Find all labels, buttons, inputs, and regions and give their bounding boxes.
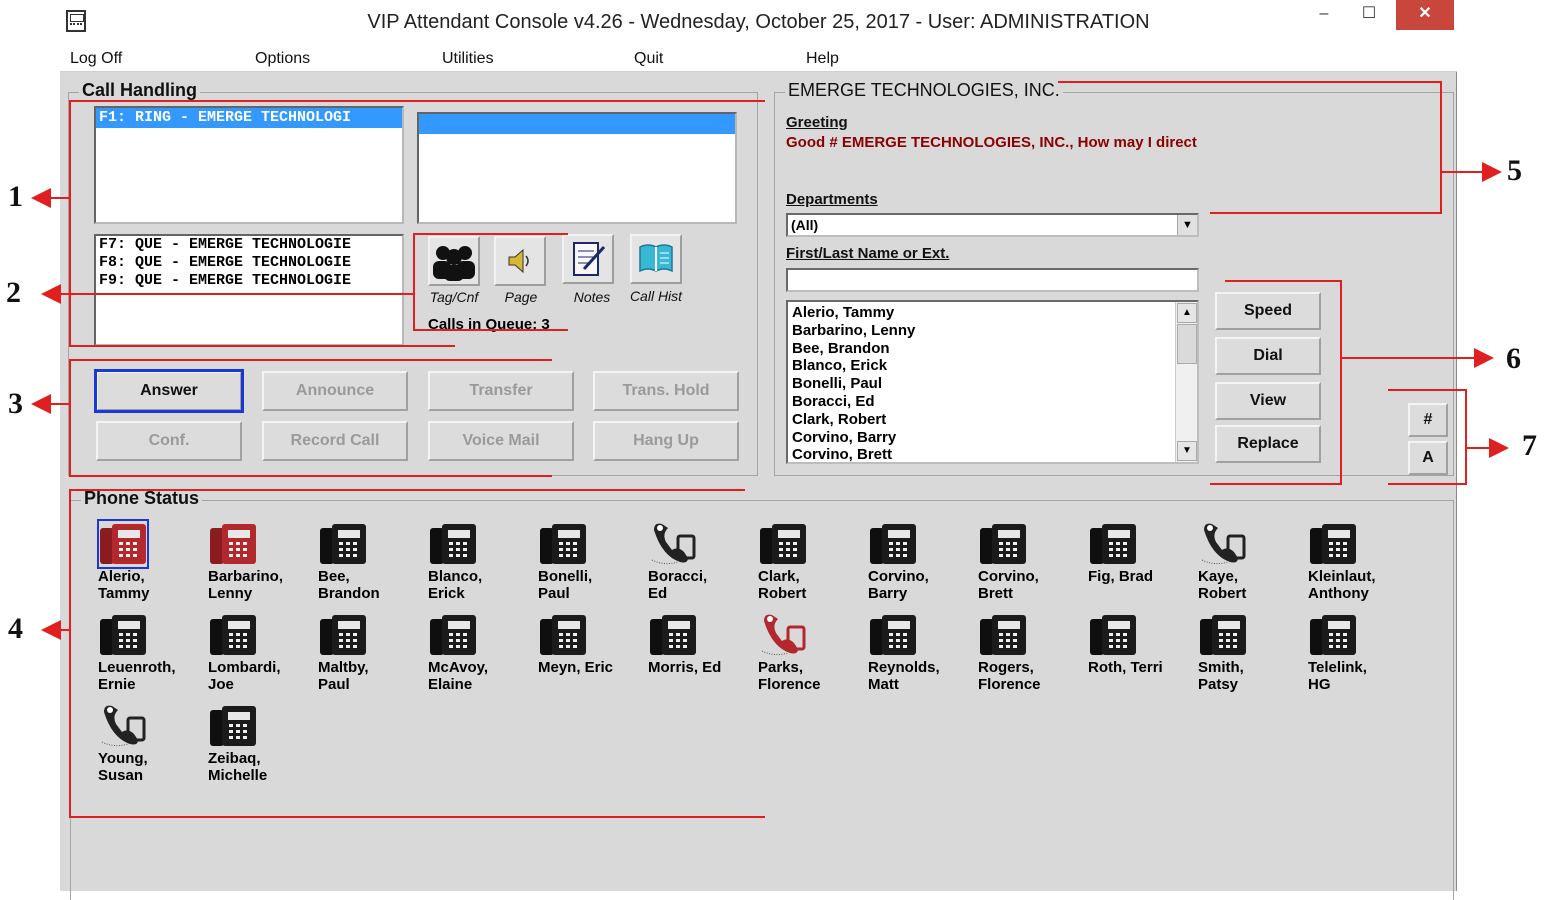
annotation-box-5 bbox=[1058, 81, 1442, 214]
annotation-number-3: 3 bbox=[8, 387, 23, 420]
annotation-number-6: 6 bbox=[1506, 342, 1521, 375]
annotation-number-4: 4 bbox=[8, 612, 23, 645]
annotation-number-7: 7 bbox=[1522, 429, 1537, 462]
annotation-box-4 bbox=[69, 489, 765, 818]
annotation-overlay bbox=[31, 81, 1509, 818]
annotation-number-2: 2 bbox=[6, 276, 21, 309]
annotation-number-1: 1 bbox=[8, 180, 23, 213]
annotation-box-6 bbox=[1210, 280, 1342, 485]
annotation-box-3 bbox=[69, 359, 552, 477]
annotation-box-2 bbox=[413, 233, 568, 331]
annotation-box-7 bbox=[1388, 389, 1467, 485]
annotation-box-1 bbox=[69, 100, 765, 347]
annotation-number-5: 5 bbox=[1507, 154, 1522, 187]
